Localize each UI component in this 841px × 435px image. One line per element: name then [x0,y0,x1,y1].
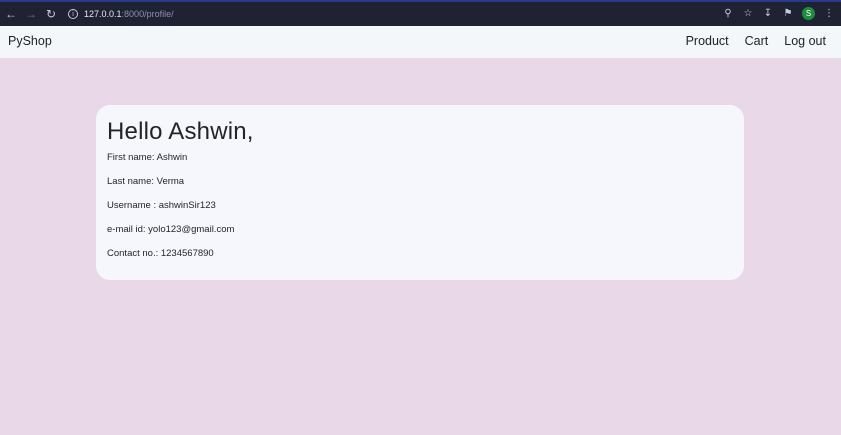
nav-link-cart[interactable]: Cart [745,34,769,48]
site-navbar: PyShop Product Cart Log out [0,26,841,58]
reload-icon[interactable]: ↻ [42,7,60,21]
extensions-puzzle-icon[interactable]: ⚑ [782,8,794,19]
download-icon[interactable]: ↧ [762,8,774,19]
username-text: Username : ashwinSir123 [107,200,216,211]
address-bar[interactable]: i 127.0.0.1 :8000/profile/ [66,5,766,23]
bookmark-star-icon[interactable]: ☆ [742,8,754,19]
profile-card: Hello Ashwin, First name: Ashwin Last na… [96,105,744,280]
forward-arrow-icon[interactable]: → [22,7,40,21]
nav-link-logout[interactable]: Log out [784,34,826,48]
email-text: e-mail id: yolo123@gmail.com [107,224,235,235]
url-path: :8000/profile/ [121,9,174,19]
url-host: 127.0.0.1 [84,9,122,19]
brand-link[interactable]: PyShop [8,34,52,48]
contact-text: Contact no.: 1234567890 [107,248,214,259]
greeting-heading: Hello Ashwin, [107,118,254,145]
browser-menu-icon[interactable]: ⋮ [823,8,835,19]
nav-link-product[interactable]: Product [686,34,729,48]
browser-toolbar: ← → ↻ i 127.0.0.1 :8000/profile/ ⚲ ☆ ↧ ⚑… [0,0,841,26]
back-arrow-icon[interactable]: ← [2,7,20,21]
nav-links: Product Cart Log out [670,34,826,48]
profile-avatar-icon[interactable]: S [802,7,815,20]
zoom-icon[interactable]: ⚲ [722,8,734,19]
last-name-text: Last name: Verma [107,176,185,187]
first-name-text: First name: Ashwin [107,152,188,163]
site-info-icon[interactable]: i [68,9,78,19]
